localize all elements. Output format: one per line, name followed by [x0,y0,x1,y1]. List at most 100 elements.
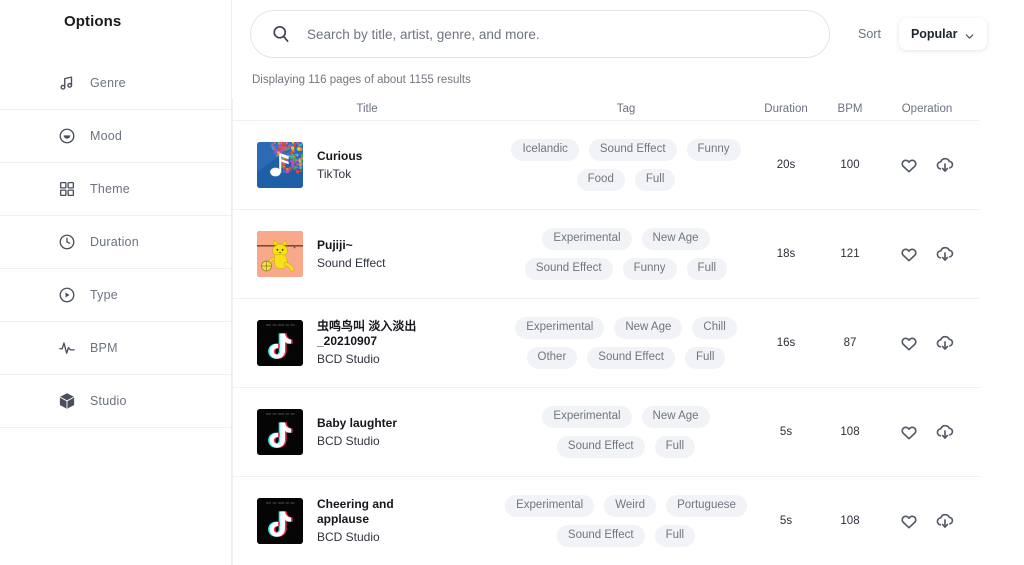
table-header-row: Title Tag Duration BPM Operation [233,98,979,121]
tag-chip[interactable]: Chill [692,317,737,339]
column-header-tag: Tag [616,103,636,115]
tag-chip[interactable]: Funny [622,258,677,280]
search-input[interactable] [305,25,809,43]
sidebar-title: Options [64,13,122,30]
tag-chip[interactable]: Funny [686,139,741,161]
title-cell: 虫鸣鸟叫 淡入淡出_20210907 BCD Studio [233,319,501,367]
duration-cell: 18s [776,248,796,260]
track-title: Baby laughter [317,415,398,430]
track-artist: BCD Studio [317,433,380,448]
track-artist: BCD Studio [317,530,380,544]
tag-chip[interactable]: Full [684,347,726,369]
bpm-cell: 87 [843,337,857,349]
tag-chip[interactable]: Full [654,525,696,547]
bpm-cell: 121 [840,248,860,260]
tag-chip[interactable]: New Age [641,406,710,428]
column-header-duration: Duration [764,103,808,115]
tag-chip[interactable]: Icelandic [511,139,579,161]
column-header-operation: Operation [901,103,953,115]
bpm-cell: 100 [840,159,860,171]
tag-cell: Experimental New Age Sound Effect Full [501,402,751,462]
track-artist: BCD Studio [317,352,380,366]
track-title: 虫鸣鸟叫 淡入淡出_20210907 [317,319,417,348]
tag-chip[interactable]: Weird [604,495,657,517]
tag-chip[interactable]: Experimental [515,317,605,339]
clock-icon [58,233,76,251]
heart-icon[interactable] [898,510,920,532]
sidebar-item-label: Duration [90,235,139,249]
sidebar-item-mood[interactable]: Mood [0,110,231,163]
sidebar-item-genre[interactable]: Genre [0,57,231,110]
track-thumbnail [257,498,303,544]
operation-cell [879,154,975,176]
cloud-download-icon[interactable] [934,510,956,532]
operation-cell [879,421,975,443]
duration-cell: 5s [779,426,793,438]
sidebar-item-theme[interactable]: Theme [0,163,231,216]
sidebar-item-label: Studio [90,394,127,408]
cloud-download-icon[interactable] [934,332,956,354]
sidebar-item-label: Theme [90,182,130,196]
track-artist: Sound Effect [317,255,386,270]
track-thumbnail [257,320,303,366]
main-content: Sort Popular Displaying 116 pages of abo… [232,0,1024,565]
sidebar-nav: Genre Mood Theme Duration Type BPM Studio [0,57,231,428]
bpm-cell: 108 [840,426,860,438]
track-title: Cheering and applause [317,497,394,526]
results-count: Displaying 116 pages of about 1155 resul… [252,74,471,86]
track-artist: TikTok [317,166,352,181]
tag-chip[interactable]: Experimental [505,495,595,517]
tag-chip[interactable]: Sound Effect [556,525,645,547]
cloud-download-icon[interactable] [934,421,956,443]
title-cell: Baby laughter BCD Studio [233,409,501,455]
duration-cell: 16s [776,337,796,349]
app-root: Options Genre Mood Theme Duration Type BPM Stu… [0,0,1024,565]
search-box[interactable] [250,10,830,58]
sidebar: Options Genre Mood Theme Duration Type BPM Stu… [0,0,232,565]
sort-dropdown[interactable]: Popular [898,18,988,50]
title-cell: Pujiji~ Sound Effect [233,231,501,277]
sidebar-item-bpm[interactable]: BPM [0,322,231,375]
tag-chip[interactable]: Experimental [542,406,632,428]
heart-icon[interactable] [898,421,920,443]
bpm-cell: 108 [840,515,860,527]
tag-chip[interactable]: New Age [614,317,683,339]
table-row[interactable]: Pujiji~ Sound Effect Experimental New Age So… [233,210,979,299]
tag-chip[interactable]: Full [654,436,696,458]
tag-chip[interactable]: New Age [641,228,710,250]
tag-cell: Icelandic Sound Effect Funny Food Full [501,135,751,195]
operation-cell [879,510,975,532]
track-title: Pujiji~ [317,237,353,252]
tag-chip[interactable]: Food [576,169,625,191]
tag-chip[interactable]: Full [634,169,676,191]
tag-chip[interactable]: Portuguese [666,495,747,517]
heart-icon[interactable] [898,154,920,176]
sidebar-item-label: BPM [90,341,118,355]
grid-icon [58,180,76,198]
tag-chip[interactable]: Experimental [542,228,632,250]
tag-cell: Experimental Weird Portuguese Sound Effect F… [501,491,751,551]
top-bar: Sort Popular [232,0,1024,58]
table-row[interactable]: 虫鸣鸟叫 淡入淡出_20210907 BCD Studio Experimental… [233,299,979,388]
sidebar-item-duration[interactable]: Duration [0,216,231,269]
tag-chip[interactable]: Other [526,347,578,369]
track-title: Curious [317,148,363,163]
smiley-circle-icon [58,127,76,145]
tag-chip[interactable]: Sound Effect [524,258,613,280]
tag-chip[interactable]: Full [686,258,728,280]
sidebar-item-studio[interactable]: Studio [0,375,231,428]
heart-icon[interactable] [898,332,920,354]
cloud-download-icon[interactable] [934,243,956,265]
table-row[interactable]: Curious TikTok Icelandic Sound Effect Funny F… [233,121,979,210]
cloud-download-icon[interactable] [934,154,956,176]
tag-chip[interactable]: Sound Effect [588,139,677,161]
tag-chip[interactable]: Sound Effect [556,436,645,458]
music-note-icon [58,74,76,92]
title-cell: Cheering and applause BCD Studio [233,497,501,545]
heart-icon[interactable] [898,243,920,265]
table-row[interactable]: Baby laughter BCD Studio Experimental New A… [233,388,979,477]
operation-cell [879,243,975,265]
tag-chip[interactable]: Sound Effect [587,347,675,369]
table-row[interactable]: Cheering and applause BCD Studio Experimen… [233,477,979,565]
sidebar-item-type[interactable]: Type [0,269,231,322]
